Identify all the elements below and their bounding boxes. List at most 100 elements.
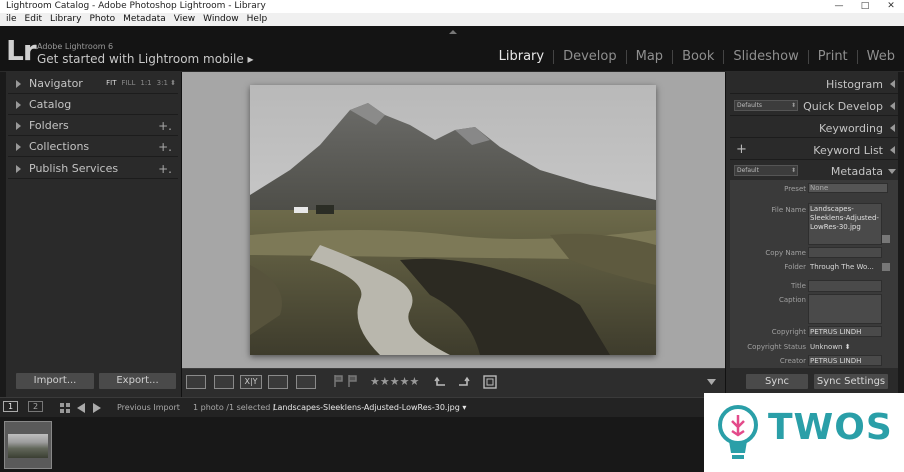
reject-flag-icon[interactable] <box>348 375 357 387</box>
minimize-icon[interactable]: — <box>826 0 852 13</box>
quick-develop-header[interactable]: Defaults Quick Develop <box>730 96 899 116</box>
keywording-header[interactable]: Keywording <box>730 118 899 138</box>
add-folder-icon[interactable]: +. <box>158 119 172 133</box>
zoom-1-1[interactable]: 1:1 <box>140 79 151 87</box>
selected-filename[interactable]: Landscapes-Sleeklens-Adjusted-LowRes-30.… <box>273 403 466 412</box>
left-panel-edge[interactable] <box>0 72 6 397</box>
title-field[interactable] <box>808 280 882 292</box>
add-keyword-icon[interactable]: + <box>736 142 747 157</box>
zoom-3-1[interactable]: 3:1 ⬍ <box>157 79 176 87</box>
grid-small-icon[interactable] <box>60 403 70 413</box>
grid-view-icon[interactable] <box>186 375 206 389</box>
module-picker: Library Develop Map Book Slideshow Print… <box>490 50 904 64</box>
folder-value: Through The Wo... <box>810 263 874 271</box>
loupe-view-icon[interactable] <box>214 375 234 389</box>
identity-plate: Lr Adobe Lightroom 6 Get started with Li… <box>0 26 904 72</box>
filmstrip-thumbnail[interactable] <box>4 421 52 469</box>
caption-key: Caption <box>778 296 806 304</box>
star-rating[interactable]: ★★★★★ <box>370 375 419 388</box>
zoom-fit[interactable]: FIT <box>106 79 116 87</box>
file-name-action-icon[interactable] <box>882 235 890 243</box>
copy-name-field[interactable] <box>808 247 882 258</box>
pick-flag-icon[interactable] <box>334 375 343 387</box>
add-publish-service-icon[interactable]: +. <box>158 162 172 176</box>
rotate-left-icon[interactable] <box>434 375 448 389</box>
creator-value: PETRUS LINDH <box>810 357 862 365</box>
survey-view-icon[interactable] <box>268 375 288 389</box>
collapse-triangle-icon <box>890 80 895 88</box>
module-develop[interactable]: Develop <box>553 50 626 64</box>
menu-photo[interactable]: Photo <box>85 13 119 26</box>
metadata-preset-select[interactable]: Default <box>734 165 798 176</box>
collapse-triangle-icon <box>890 124 895 132</box>
window-title-bar: Lightroom Catalog - Adobe Photoshop Ligh… <box>0 0 904 13</box>
module-print[interactable]: Print <box>807 50 857 64</box>
menu-help[interactable]: Help <box>243 13 272 26</box>
expand-triangle-icon <box>16 121 21 130</box>
source-label[interactable]: Previous Import <box>117 403 180 412</box>
histogram-label: Histogram <box>825 78 883 91</box>
menu-edit[interactable]: Edit <box>21 13 46 26</box>
import-button[interactable]: Import... <box>15 372 95 390</box>
menu-metadata[interactable]: Metadata <box>119 13 170 26</box>
mobile-promo-link[interactable]: Get started with Lightroom mobile ▸ <box>37 52 254 66</box>
quick-develop-preset-select[interactable]: Defaults <box>734 100 798 111</box>
copyright-status-select[interactable]: Unknown ⬍ <box>810 343 851 351</box>
metadata-fields: Preset None File Name Landscapes-Sleekle… <box>730 180 899 368</box>
menu-library[interactable]: Library <box>46 13 85 26</box>
back-arrow-icon[interactable] <box>77 403 86 413</box>
publish-services-header[interactable]: Publish Services +. <box>8 159 178 179</box>
keywording-label: Keywording <box>819 122 883 135</box>
expand-triangle-icon <box>16 164 21 173</box>
rotate-right-icon[interactable] <box>456 375 470 389</box>
copy-name-key: Copy Name <box>765 249 806 257</box>
sync-settings-button[interactable]: Sync Settings <box>813 373 889 390</box>
panel-toggle-top-icon[interactable] <box>449 30 457 34</box>
menu-window[interactable]: Window <box>199 13 243 26</box>
go-to-folder-icon[interactable] <box>882 263 890 271</box>
lightroom-logo: Lr <box>6 34 37 67</box>
catalog-header[interactable]: Catalog <box>8 95 178 115</box>
collapse-triangle-icon <box>890 146 895 154</box>
menu-file[interactable]: ile <box>2 13 21 26</box>
zoom-fill[interactable]: FILL <box>121 79 135 87</box>
module-library[interactable]: Library <box>490 50 553 64</box>
caption-field[interactable] <box>808 294 882 324</box>
module-book[interactable]: Book <box>672 50 723 64</box>
expand-triangle-icon <box>888 169 896 174</box>
file-name-value: Landscapes-Sleeklens-Adjusted-LowRes-30.… <box>810 205 879 231</box>
creator-key: Creator <box>779 357 806 365</box>
collections-label: Collections <box>29 140 90 153</box>
module-web[interactable]: Web <box>856 50 904 64</box>
preset-key: Preset <box>784 185 806 193</box>
right-panel-edge[interactable] <box>898 72 904 397</box>
navigator-label: Navigator <box>29 77 83 90</box>
close-icon[interactable]: ✕ <box>878 0 904 13</box>
module-slideshow[interactable]: Slideshow <box>723 50 807 64</box>
metadata-header[interactable]: Default Metadata <box>730 161 899 181</box>
collections-header[interactable]: Collections +. <box>8 137 178 157</box>
forward-arrow-icon[interactable] <box>93 403 102 413</box>
people-view-icon[interactable] <box>296 375 316 389</box>
export-button[interactable]: Export... <box>98 372 177 390</box>
secondary-window-button[interactable]: 2 <box>28 401 44 412</box>
toolbar-menu-chevron-icon[interactable] <box>707 379 716 385</box>
module-map[interactable]: Map <box>625 50 672 64</box>
folders-header[interactable]: Folders +. <box>8 116 178 136</box>
compare-view-icon[interactable]: X|Y <box>240 375 262 389</box>
navigator-header[interactable]: Navigator FIT FILL 1:1 3:1 ⬍ <box>8 74 178 94</box>
main-window-button[interactable]: 1 <box>3 401 19 412</box>
keyword-list-header[interactable]: + Keyword List <box>730 140 899 160</box>
sync-button[interactable]: Sync <box>745 373 809 390</box>
twos-watermark: TWOS <box>704 393 904 472</box>
maximize-icon[interactable]: □ <box>852 0 878 13</box>
lightbulb-logo-icon <box>718 405 758 459</box>
main-photo[interactable] <box>250 85 656 355</box>
add-collection-icon[interactable]: +. <box>158 140 172 154</box>
crop-overlay-icon[interactable] <box>482 374 498 390</box>
histogram-header[interactable]: Histogram <box>730 74 899 94</box>
catalog-label: Catalog <box>29 98 72 111</box>
menu-view[interactable]: View <box>170 13 199 26</box>
copyright-key: Copyright <box>771 328 806 336</box>
navigator-zoom-options: FIT FILL 1:1 3:1 ⬍ <box>106 79 176 87</box>
